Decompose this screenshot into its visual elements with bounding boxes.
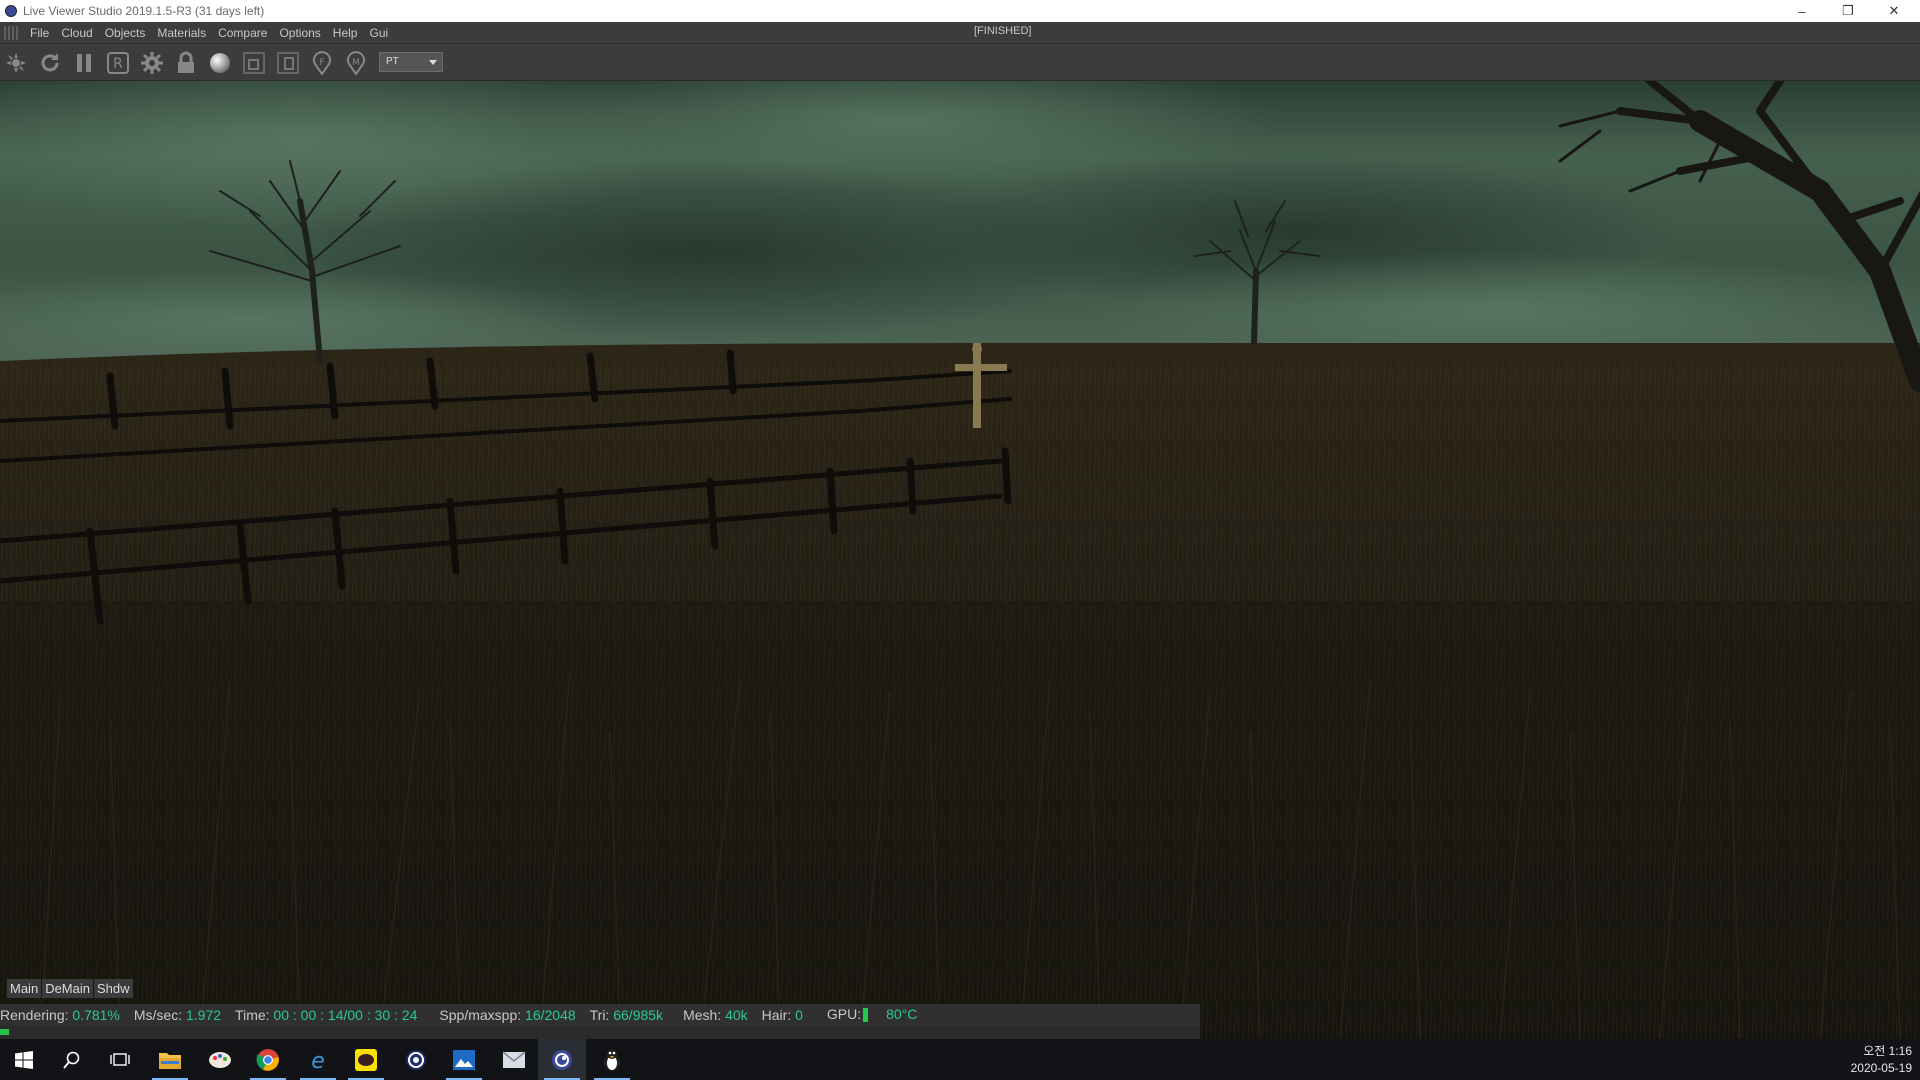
menu-objects[interactable]: Objects [99, 26, 152, 40]
gpu-stat: GPU: 80°C [827, 1006, 918, 1023]
time-value: 00 : 00 : 14/00 : 30 : 24 [273, 1007, 418, 1023]
photos-icon[interactable] [440, 1039, 488, 1080]
close-icon[interactable]: ✕ [1872, 0, 1916, 22]
mssec-label: Ms/sec: [133, 1007, 183, 1023]
menu-file[interactable]: File [24, 26, 55, 40]
sphere-icon[interactable] [207, 50, 233, 76]
title-bar: Live Viewer Studio 2019.1.5-R3 (31 days … [0, 0, 1920, 22]
menu-gui[interactable]: Gui [363, 26, 394, 40]
hair-stat: Hair: 0 [762, 1007, 803, 1023]
kernel-select-value: PT [386, 56, 399, 67]
spp-label: Spp/maxspp: [439, 1007, 522, 1023]
spp-value: 16/2048 [525, 1007, 576, 1023]
svg-text:M: M [352, 58, 360, 68]
gpu-usage-bar [863, 1007, 869, 1022]
kernel-select[interactable]: PT [379, 52, 443, 72]
task-view-icon[interactable] [96, 1039, 144, 1080]
app-logo-icon [5, 5, 17, 17]
viewer-subtabs: Main DeMain Shdw [7, 979, 134, 998]
rendering-value: 0.781% [72, 1007, 120, 1023]
render-status-bar: Rendering: 0.781% Ms/sec: 1.972 Time: 00… [0, 1004, 1200, 1026]
render-region-icon[interactable]: R [105, 50, 131, 76]
svg-text:F: F [319, 58, 324, 68]
menu-materials[interactable]: Materials [151, 26, 212, 40]
rendering-label: Rendering: [0, 1007, 69, 1023]
reset-icon[interactable] [37, 50, 63, 76]
mesh-stat: Mesh: 40k [683, 1007, 748, 1023]
rendering-stat: Rendering: 0.781% [0, 1007, 120, 1023]
window-title: Live Viewer Studio 2019.1.5-R3 (31 days … [23, 4, 265, 18]
windows-taskbar: e 오전 1:16 2020-05-19 [0, 1039, 1920, 1080]
live-viewer-icon[interactable] [538, 1039, 586, 1080]
pin-m-icon[interactable]: M [343, 50, 369, 76]
tri-value: 66/985k [613, 1007, 664, 1023]
menu-help[interactable]: Help [327, 26, 364, 40]
cinema4d-icon[interactable] [392, 1039, 440, 1080]
grip-icon [4, 25, 18, 40]
lock-icon[interactable] [173, 50, 199, 76]
time-label: Time: [235, 1007, 270, 1023]
mssec-value: 1.972 [186, 1007, 222, 1023]
start-icon[interactable] [0, 1039, 48, 1080]
search-icon[interactable] [48, 1039, 96, 1080]
spp-stat: Spp/maxspp: 16/2048 [439, 1007, 575, 1023]
time-stat: Time: 00 : 00 : 14/00 : 30 : 24 [235, 1007, 417, 1023]
minimize-icon[interactable]: – [1780, 0, 1824, 22]
clock-date: 2020-05-19 [1850, 1061, 1912, 1075]
mesh-label: Mesh: [683, 1007, 722, 1023]
edge-icon[interactable]: e [294, 1039, 342, 1080]
svg-text:e: e [311, 1049, 325, 1072]
region-select-icon[interactable] [241, 50, 267, 76]
system-clock[interactable]: 오전 1:16 2020-05-19 [1851, 1043, 1912, 1077]
toolbar: R F M PT [0, 43, 1920, 81]
rendered-scene-image [0, 81, 1920, 1039]
restore-icon[interactable]: ❐ [1826, 0, 1870, 22]
render-state-label: [FINISHED] [974, 25, 1032, 37]
clock-time: 오전 1:16 [1863, 1044, 1912, 1058]
tab-shdw[interactable]: Shdw [93, 979, 133, 998]
film-region-icon[interactable] [275, 50, 301, 76]
menu-cloud[interactable]: Cloud [55, 26, 98, 40]
mail-icon[interactable] [490, 1039, 538, 1080]
mssec-stat: Ms/sec: 1.972 [134, 1007, 221, 1023]
file-explorer-icon[interactable] [146, 1039, 194, 1080]
render-progress-bar [0, 1026, 1200, 1039]
settings-gear-icon[interactable] [139, 50, 165, 76]
recompile-icon[interactable] [3, 50, 29, 76]
hair-value: 0 [795, 1007, 803, 1023]
gpu-label: GPU: [826, 1006, 862, 1023]
chrome-icon[interactable] [244, 1039, 292, 1080]
gpu-temp-value: 80°C [886, 1006, 918, 1023]
paint-app-icon[interactable] [196, 1039, 244, 1080]
pause-icon[interactable] [71, 50, 97, 76]
tux-icon[interactable] [588, 1039, 636, 1080]
svg-text:R: R [113, 56, 123, 72]
hair-label: Hair: [761, 1007, 792, 1023]
kakaotalk-icon[interactable] [342, 1039, 390, 1080]
tab-demain[interactable]: DeMain [42, 979, 93, 998]
render-viewport[interactable] [0, 81, 1920, 1039]
render-progress-fill [0, 1029, 9, 1035]
menu-compare[interactable]: Compare [212, 26, 273, 40]
pin-f-icon[interactable]: F [309, 50, 335, 76]
menu-options[interactable]: Options [273, 26, 326, 40]
tri-label: Tri: [589, 1007, 610, 1023]
menu-bar: File Cloud Objects Materials Compare Opt… [0, 22, 1920, 43]
mesh-value: 40k [725, 1007, 748, 1023]
tri-stat: Tri: 66/985k [590, 1007, 663, 1023]
tab-main[interactable]: Main [7, 979, 42, 998]
chevron-down-icon [429, 60, 437, 65]
